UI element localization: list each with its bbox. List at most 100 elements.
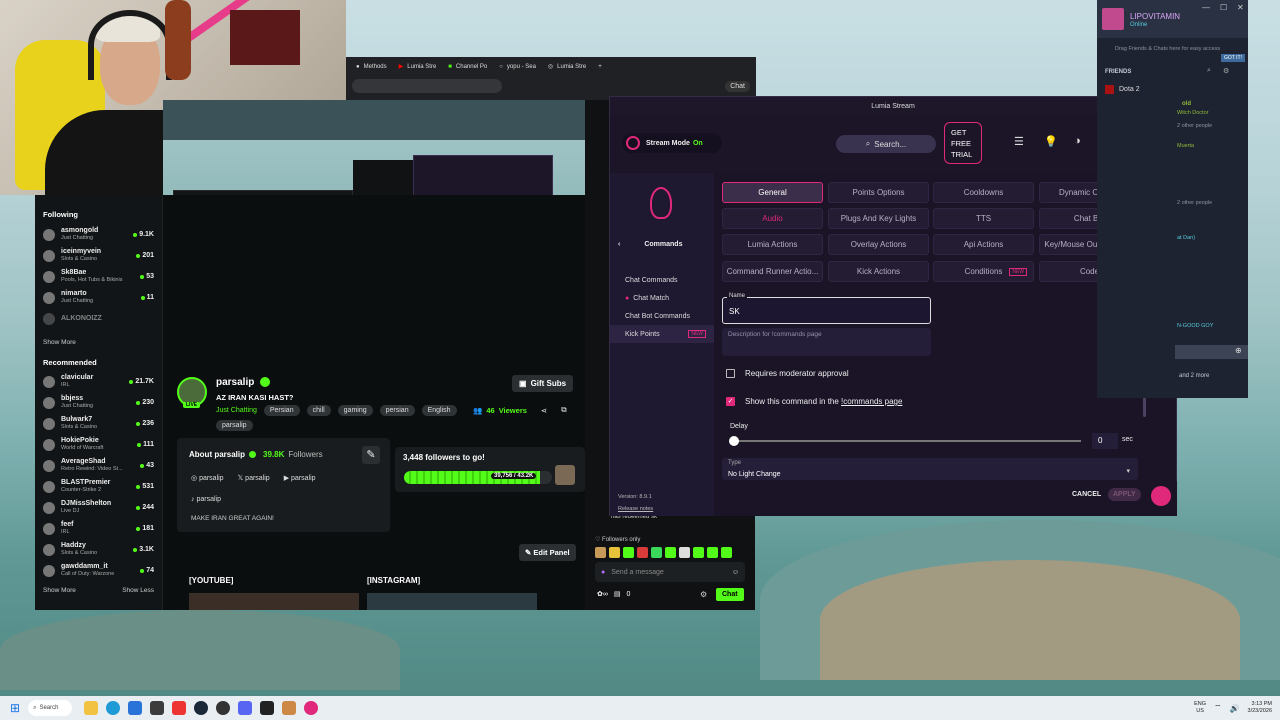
sidebar-channel[interactable]: bbjess Just Chatting 230: [35, 392, 162, 413]
x-link[interactable]: 𝕏 parsalip: [238, 474, 270, 482]
new-tab-button[interactable]: +: [592, 58, 608, 76]
add-chat-icon[interactable]: ⊕: [1235, 346, 1242, 355]
start-button[interactable]: ⊞: [10, 701, 20, 715]
copilot-button[interactable]: Chat: [725, 80, 750, 92]
search-icon[interactable]: ⌕: [1207, 67, 1211, 75]
gift-icon[interactable]: ✿∞: [597, 590, 608, 598]
show-more-link[interactable]: Show More: [43, 587, 76, 594]
channel-name[interactable]: parsalip: [216, 377, 254, 388]
show-command-checkbox[interactable]: ✓: [726, 397, 735, 406]
bulb-icon[interactable]: 💡: [1044, 135, 1058, 148]
tab-points-options[interactable]: Points Options: [828, 182, 929, 203]
minimize-button[interactable]: —: [1202, 3, 1210, 12]
chat-send-button[interactable]: Chat: [716, 588, 744, 601]
sidebar-channel[interactable]: Sk8Bae Pools, Hot Tubs & Bikinis 53: [35, 266, 162, 287]
cancel-button[interactable]: CANCEL: [1072, 491, 1101, 498]
lumia-taskbar-icon[interactable]: [304, 701, 319, 715]
chat-bubble-button[interactable]: [1151, 486, 1171, 506]
tab-kick-actions[interactable]: Kick Actions: [828, 261, 929, 282]
tab-plugs-and-key-lights[interactable]: Plugs And Key Lights: [828, 208, 929, 229]
tab-api-actions[interactable]: Api Actions: [933, 234, 1034, 255]
stream-mode-toggle[interactable]: Stream Mode On: [622, 133, 722, 153]
require-mod-checkbox[interactable]: [726, 369, 735, 378]
taskbar-search[interactable]: ⌕ Search: [28, 700, 73, 716]
menu-chat-commands[interactable]: Chat Commands: [610, 271, 714, 289]
sidebar-channel[interactable]: Bulwark7 Slots & Casino 236: [35, 413, 162, 434]
tag[interactable]: Persian: [263, 405, 300, 416]
youtube-icon[interactable]: [172, 701, 187, 715]
palette-icon[interactable]: ◑: [1074, 135, 1081, 147]
browser-tab[interactable]: ● Methods: [350, 58, 393, 76]
avatar[interactable]: [1102, 8, 1124, 30]
youtube-link[interactable]: ▶ parsalip: [284, 474, 316, 482]
emote-icon[interactable]: [707, 547, 718, 558]
browser-tab[interactable]: ▶ Lumia Stre: [393, 58, 443, 76]
game-group[interactable]: Dota 2: [1105, 85, 1140, 94]
emote-icon[interactable]: [651, 547, 662, 558]
language-indicator[interactable]: ENG US: [1194, 701, 1206, 715]
sidebar-channel[interactable]: clavicular IRL 21.7K: [35, 371, 162, 392]
delay-slider-thumb[interactable]: [729, 436, 739, 446]
maximize-button[interactable]: ☐: [1220, 3, 1227, 12]
tab-audio[interactable]: Audio: [722, 208, 823, 229]
popout-icon[interactable]: ⧉: [561, 405, 566, 415]
close-button[interactable]: ✕: [1237, 3, 1244, 12]
tag[interactable]: gaming: [337, 405, 373, 416]
apply-button[interactable]: APPLY: [1108, 488, 1141, 501]
emote-icon[interactable]: [623, 547, 634, 558]
tab-general[interactable]: General: [722, 182, 823, 203]
steam-username[interactable]: LIPOVITAMIN: [1130, 12, 1180, 21]
menu-chat-match[interactable]: ● Chat Match: [610, 289, 714, 307]
emote-icon[interactable]: [693, 547, 704, 558]
panel-image[interactable]: [367, 593, 537, 610]
edit-panel-button[interactable]: ✎ Edit Panel: [519, 544, 576, 561]
emote-icon[interactable]: [665, 547, 676, 558]
wifi-icon[interactable]: ⌔: [1214, 703, 1222, 713]
address-bar[interactable]: [352, 79, 502, 93]
emote-icon[interactable]: [595, 547, 606, 558]
sidebar-channel[interactable]: ALKONOIZZ: [35, 308, 162, 329]
sidebar-channel[interactable]: nimarto Just Chatting 11: [35, 287, 162, 308]
tab-command-runner-actio[interactable]: Command Runner Actio...: [722, 261, 823, 282]
name-field[interactable]: Name SK: [722, 293, 931, 324]
back-chevron-icon[interactable]: ‹: [618, 241, 620, 248]
tiktok-link[interactable]: ♪ parsalip: [191, 496, 221, 503]
points-icon[interactable]: ▤: [614, 590, 621, 598]
delay-input[interactable]: 0: [1092, 433, 1118, 449]
discord-icon[interactable]: [238, 701, 253, 715]
show-less-link[interactable]: Show Less: [122, 587, 154, 594]
emoji-icon[interactable]: ☺: [732, 569, 739, 576]
sidebar-channel[interactable]: asmongold Just Chatting 9.1K: [35, 224, 162, 245]
got-it-button[interactable]: GOT IT!: [1221, 54, 1245, 62]
sidebar-channel[interactable]: Haddzy Slots & Casino 3.1K: [35, 539, 162, 560]
sidebar-channel[interactable]: gawddamm_it Call of Duty: Warzone 74: [35, 560, 162, 581]
sidebar-channel[interactable]: HokiePokie World of Warcraft 111: [35, 434, 162, 455]
show-more-link[interactable]: Show More: [35, 329, 162, 350]
app-icon[interactable]: [216, 701, 231, 715]
type-select[interactable]: Type No Light Change ▾: [722, 458, 1138, 480]
commands-page-link[interactable]: !commands page: [841, 397, 902, 406]
emote-icon[interactable]: [679, 547, 690, 558]
browser-tab[interactable]: ◎ Lumia Stre: [542, 58, 592, 76]
app-icon[interactable]: [282, 701, 297, 715]
menu-chat-bot-commands[interactable]: Chat Bot Commands: [610, 307, 714, 325]
steam-icon[interactable]: [194, 701, 209, 715]
free-trial-button[interactable]: GET FREE TRIAL: [944, 122, 982, 164]
gift-subs-button[interactable]: ▣ Gift Subs: [512, 375, 574, 392]
chat-settings-icon[interactable]: ⚙: [700, 590, 707, 599]
search-button[interactable]: ⌕ Search...: [836, 135, 936, 153]
emote-icon[interactable]: [637, 547, 648, 558]
panel-image[interactable]: [189, 593, 359, 610]
tab-lumia-actions[interactable]: Lumia Actions: [722, 234, 823, 255]
chat-input[interactable]: ● Send a message ☺: [595, 562, 745, 582]
instagram-link[interactable]: ◎ parsalip: [191, 474, 224, 482]
sidebar-channel[interactable]: BLASTPremier Counter-Strike 2 531: [35, 476, 162, 497]
emote-icon[interactable]: [609, 547, 620, 558]
sliders-icon[interactable]: ☰: [1014, 135, 1024, 148]
tab-conditions[interactable]: Conditions NEW: [933, 261, 1034, 282]
tag[interactable]: chill: [306, 405, 331, 416]
sidebar-channel[interactable]: feef IRL 181: [35, 518, 162, 539]
store-icon[interactable]: [150, 701, 165, 715]
file-explorer-icon[interactable]: [84, 701, 99, 715]
edge-icon[interactable]: [106, 701, 121, 715]
